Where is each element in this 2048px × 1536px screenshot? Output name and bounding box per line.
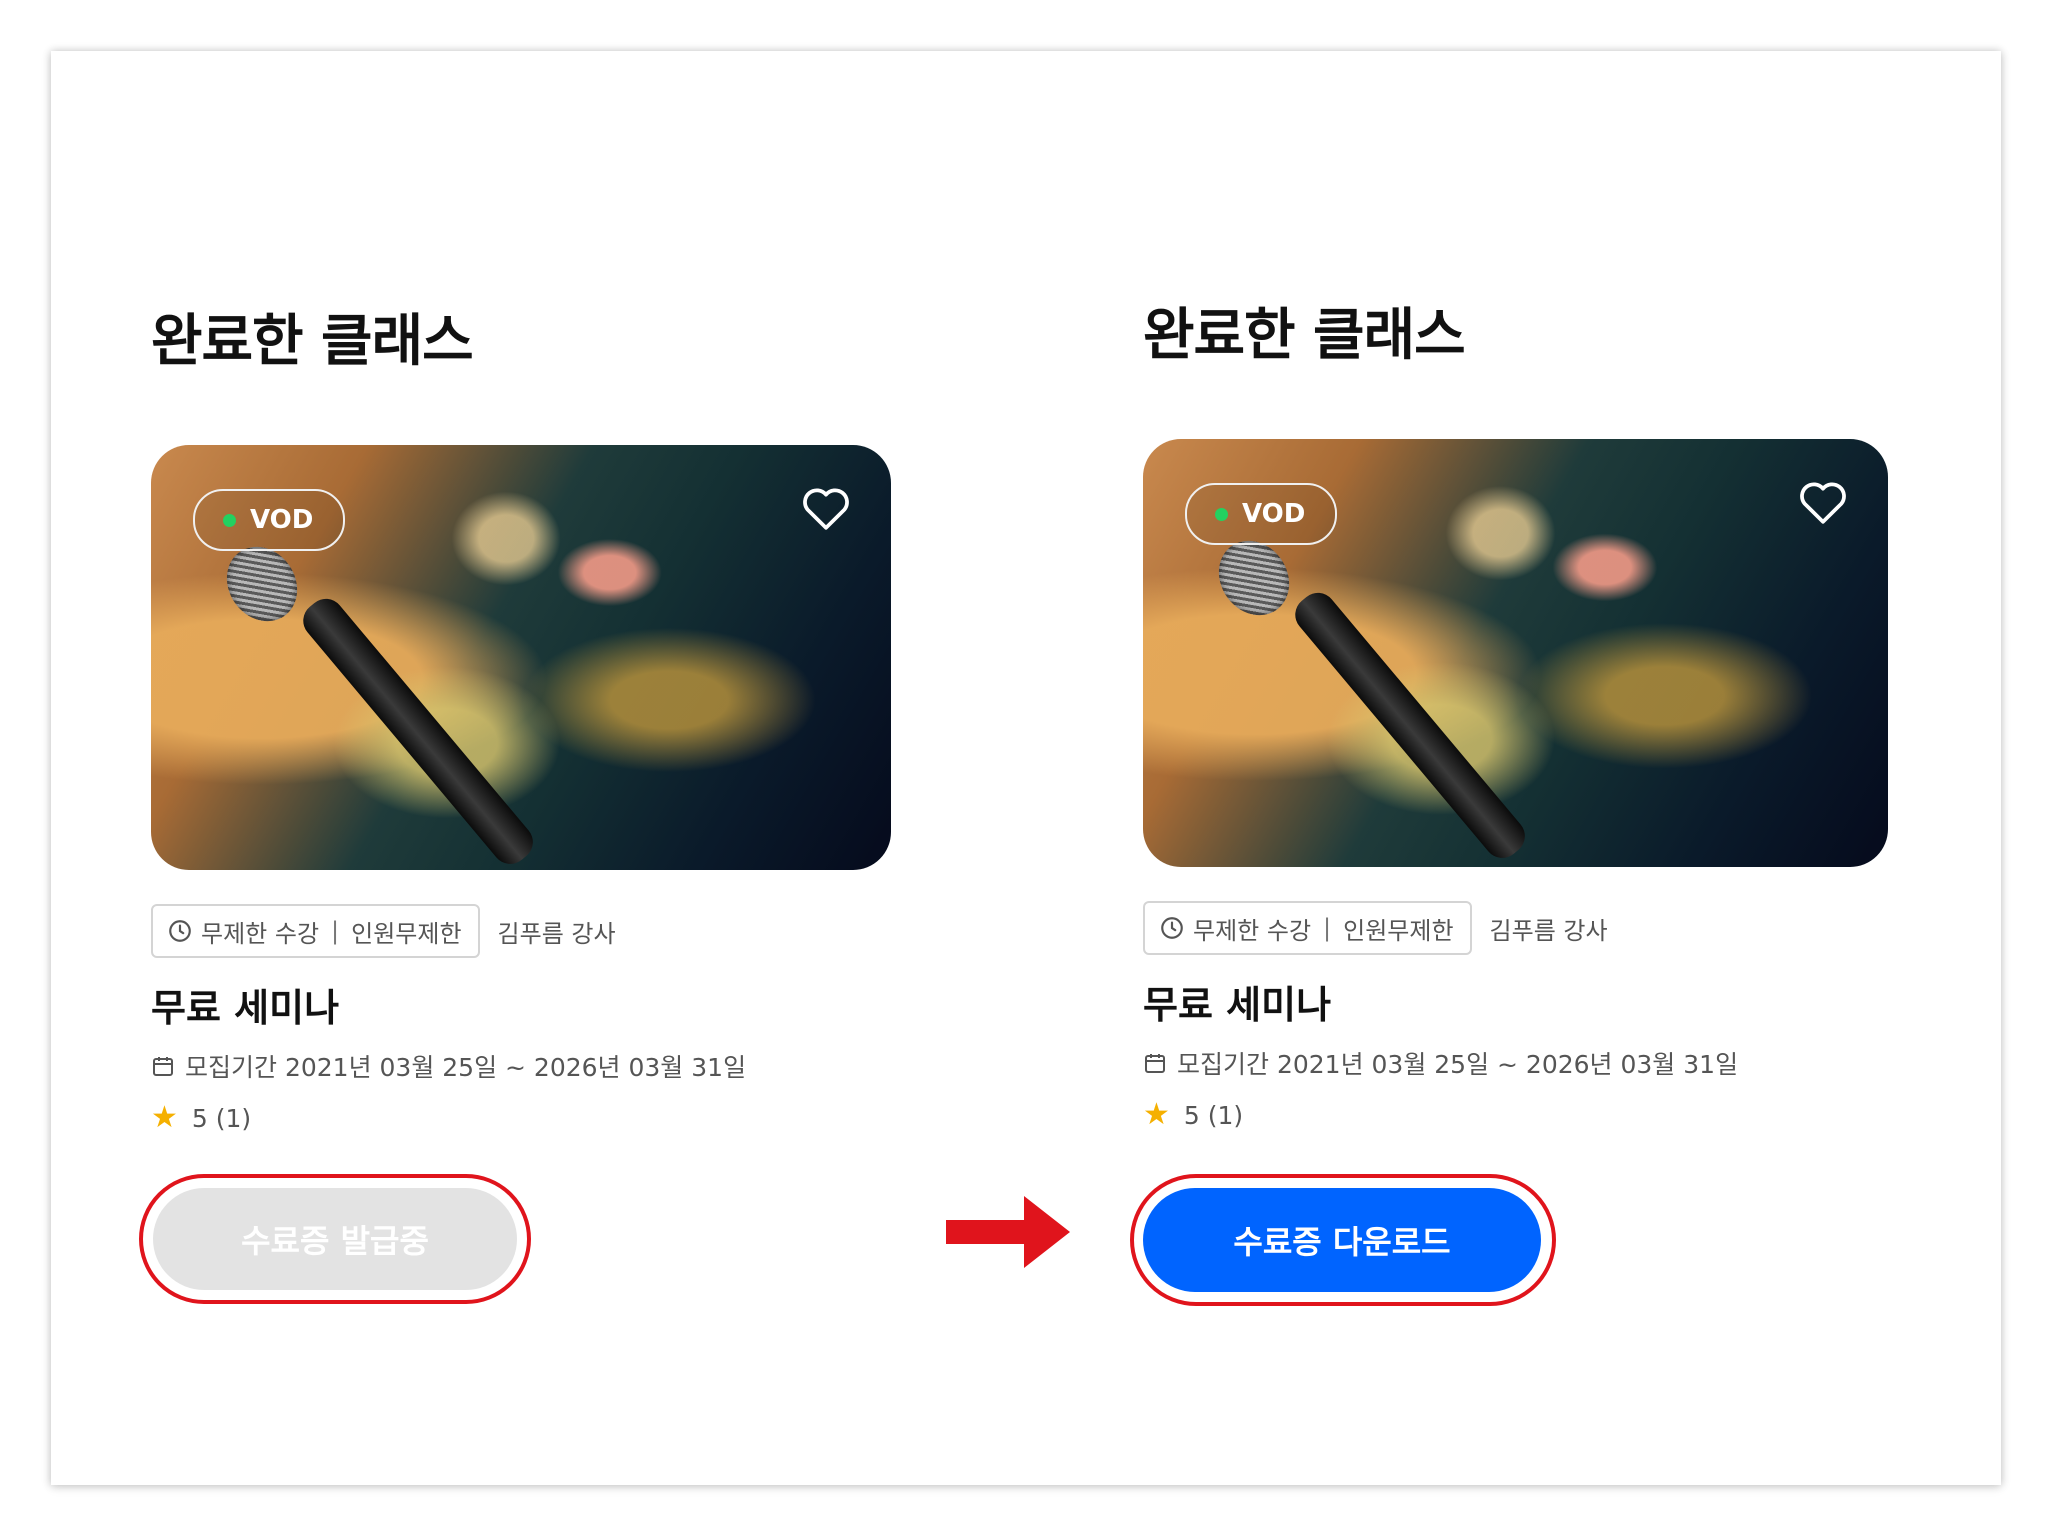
recruit-period: 모집기간 2021년 03월 25일 ~ 2026년 03월 31일 xyxy=(1143,1043,1888,1083)
access-tag-separator: | xyxy=(331,917,340,945)
rating-text: 5 (1) xyxy=(191,1103,252,1133)
access-tag-duration: 무제한 수강 xyxy=(201,919,320,948)
class-thumbnail[interactable]: VOD xyxy=(1143,439,1888,867)
vod-badge-label: VOD xyxy=(1242,499,1306,529)
class-meta-row: 무제한 수강 | 인원무제한 김푸름 강사 xyxy=(151,904,891,958)
star-icon: ★ xyxy=(151,1100,178,1135)
arrow-right-icon xyxy=(946,1196,1070,1268)
class-meta-row: 무제한 수강 | 인원무제한 김푸름 강사 xyxy=(1143,901,1888,955)
vod-badge-label: VOD xyxy=(250,505,314,535)
class-title[interactable]: 무료 세미나 xyxy=(1143,979,1888,1031)
heart-icon[interactable] xyxy=(1798,479,1848,525)
star-icon: ★ xyxy=(1143,1097,1170,1132)
rating: ★ 5 (1) xyxy=(1143,1097,1888,1133)
recruit-period-text: 모집기간 2021년 03월 25일 ~ 2026년 03월 31일 xyxy=(185,1053,747,1082)
live-dot-icon xyxy=(223,513,236,527)
access-tag: 무제한 수강 | 인원무제한 xyxy=(151,904,480,958)
class-title[interactable]: 무료 세미나 xyxy=(151,982,891,1034)
live-dot-icon xyxy=(1215,507,1228,521)
section-title: 완료한 클래스 xyxy=(151,309,474,374)
heart-icon[interactable] xyxy=(801,485,851,531)
calendar-icon xyxy=(153,1057,173,1076)
access-tag: 무제한 수강 | 인원무제한 xyxy=(1143,901,1472,955)
access-tag-capacity: 인원무제한 xyxy=(351,919,462,948)
access-tag-separator: | xyxy=(1323,914,1332,942)
clock-icon xyxy=(1161,917,1183,939)
teacher-name: 김푸름 강사 xyxy=(497,919,616,948)
microphone-image xyxy=(295,591,541,870)
certificate-issuing-button[interactable]: 수료증 발급중 xyxy=(153,1188,517,1290)
rating: ★ 5 (1) xyxy=(151,1100,891,1136)
teacher-name: 김푸름 강사 xyxy=(1489,916,1608,945)
recruit-period-text: 모집기간 2021년 03월 25일 ~ 2026년 03월 31일 xyxy=(1177,1050,1739,1079)
class-thumbnail[interactable]: VOD xyxy=(151,445,891,870)
vod-badge: VOD xyxy=(1185,483,1338,545)
class-panel-before: 완료한 클래스 VOD 무제한 수강 | 인원무제한 김푸름 강사 무료 세미나 xyxy=(139,302,891,1304)
access-tag-duration: 무제한 수강 xyxy=(1193,916,1312,945)
certificate-download-button[interactable]: 수료증 다운로드 xyxy=(1143,1188,1541,1292)
clock-icon xyxy=(169,920,191,942)
access-tag-capacity: 인원무제한 xyxy=(1343,916,1454,945)
microphone-image xyxy=(1287,585,1533,866)
recruit-period: 모집기간 2021년 03월 25일 ~ 2026년 03월 31일 xyxy=(151,1046,891,1086)
calendar-icon xyxy=(1145,1054,1165,1073)
section-title: 완료한 클래스 xyxy=(1143,303,1466,368)
rating-text: 5 (1) xyxy=(1183,1100,1244,1130)
class-panel-after: 완료한 클래스 VOD 무제한 수강 | 인원무제한 김푸름 강사 무료 세미나 xyxy=(1130,296,1888,1306)
vod-badge: VOD xyxy=(193,489,346,551)
